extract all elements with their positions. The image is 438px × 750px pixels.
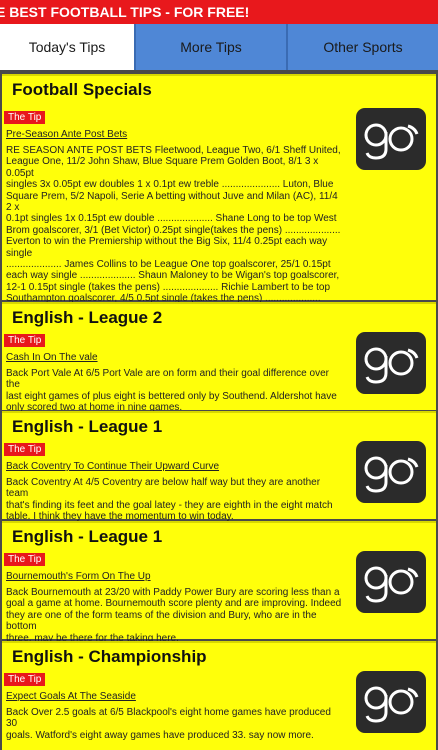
tip-label: The Tip [4,673,46,686]
go-button[interactable] [356,671,426,733]
tip-card: English - League 1 The Tip Back Coventry… [2,411,436,522]
go-icon [364,686,419,723]
tip-label: The Tip [4,443,46,456]
tip-title-link[interactable]: Expect Goals At The Seaside [6,691,136,702]
tip-body: Back Port Vale At 6/5 Port Vale are on f… [6,368,337,414]
tab-bar: Today's Tips More Tips Other Sports [0,24,438,70]
tab-todays-tips[interactable]: Today's Tips [0,24,134,70]
tip-title-link[interactable]: Back Coventry To Continue Their Upward C… [6,461,219,472]
tip-card: English - League 1 The Tip Bournemouth's… [2,521,436,644]
go-icon [364,456,419,493]
tip-title-link[interactable]: Bournemouth's Form On The Up [6,571,151,582]
go-icon [364,347,419,384]
card-heading: English - Championship [12,647,207,666]
banner-text: E BEST FOOTBALL TIPS - FOR FREE! [0,4,250,20]
tip-body: Back Bournemouth at 23/20 with Paddy Pow… [6,587,342,644]
tab-other-sports[interactable]: Other Sports [286,24,438,70]
tip-label: The Tip [4,111,46,124]
go-icon [364,123,419,160]
tip-card: Football Specials The Tip Pre-Season Ant… [2,74,436,339]
tip-card: English - Championship The Tip Expect Go… [2,641,436,750]
tip-label: The Tip [4,553,46,566]
go-button[interactable] [356,108,426,170]
top-banner: E BEST FOOTBALL TIPS - FOR FREE! [0,0,438,24]
go-icon [364,566,419,603]
tab-more-tips[interactable]: More Tips [134,24,286,70]
tips-list: Football Specials The Tip Pre-Season Ant… [0,70,438,750]
card-heading: English - League 1 [12,417,163,436]
go-button[interactable] [356,551,426,613]
tip-title-link[interactable]: Cash In On The vale [6,352,98,363]
card-heading: English - League 2 [12,308,163,327]
go-button[interactable] [356,441,426,503]
tip-card: English - League 2 The Tip Cash In On Th… [2,302,436,413]
tip-label: The Tip [4,334,46,347]
tip-body: Back Over 2.5 goals at 6/5 Blackpool's e… [6,707,331,741]
card-heading: Football Specials [12,80,152,99]
card-heading: English - League 1 [12,527,163,546]
tip-body: Back Coventry At 4/5 Coventry are below … [6,477,333,523]
tip-title-link[interactable]: Pre-Season Ante Post Bets [6,129,127,140]
go-button[interactable] [356,332,426,394]
